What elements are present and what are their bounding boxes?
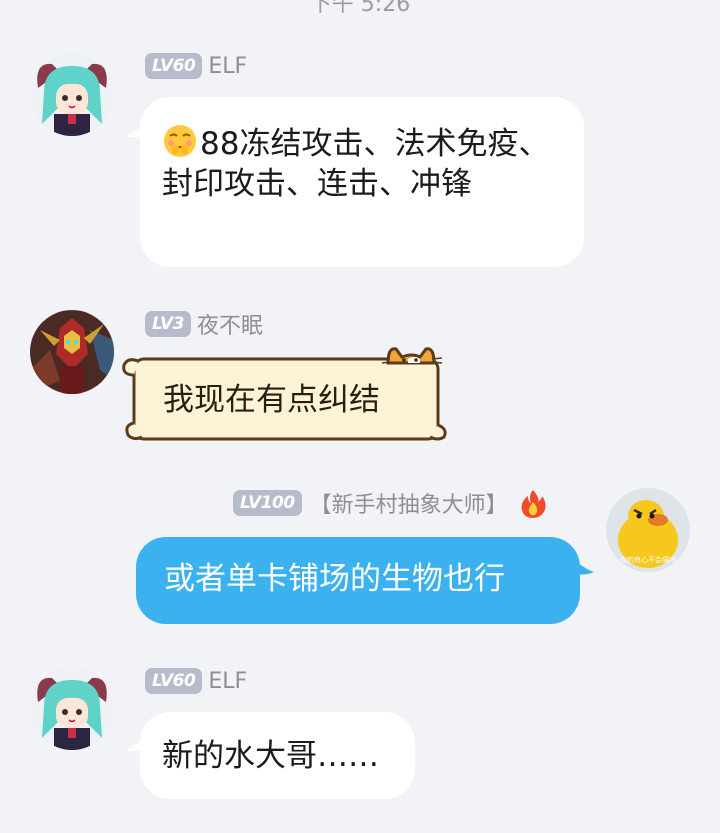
message-bubble[interactable]: 或者单卡铺场的生物也行 [136,537,580,624]
message-meta: LV60 ELF [145,51,247,81]
message-text: 或者单卡铺场的生物也行 [164,561,505,597]
message-meta: LV3 夜不眠 [145,309,263,339]
robot-mecha-avatar-icon [30,310,114,394]
level-badge: LV3 [145,311,191,337]
timestamp: 下午 5:26 [309,0,411,17]
nickname[interactable]: ELF [208,54,247,79]
avatar[interactable] [30,52,114,136]
anime-girl-avatar-icon [30,666,114,750]
message-meta: LV60 ELF [145,666,247,696]
nickname[interactable]: ELF [208,669,247,694]
message-text: 新的水大哥…… [162,738,379,774]
avatar[interactable]: 你的良心不会痛吗 [606,488,690,572]
message-bubble[interactable]: 88冻结攻击、法术免疫、封印攻击、连击、冲锋 [140,97,584,267]
avatar[interactable] [30,310,114,394]
anime-girl-avatar-icon [30,52,114,136]
level-badge: LV100 [233,490,302,516]
message-text: 88冻结攻击、法术免疫、封印攻击、连击、冲锋 [162,126,550,202]
message-text: 我现在有点纠结 [163,382,380,418]
message-bubble[interactable]: 新的水大哥…… [140,712,415,799]
avatar-caption: 你的良心不会痛吗 [620,555,676,564]
fire-icon [521,490,546,518]
nickname[interactable]: 夜不眠 [197,308,263,340]
shy-face-emoji-icon [164,125,196,157]
avatar[interactable] [30,666,114,750]
yellow-duck-avatar-icon: 你的良心不会痛吗 [606,488,690,572]
level-badge: LV60 [145,53,203,79]
message-bubble[interactable]: 我现在有点纠结 [134,359,438,439]
message-meta: LV100 【新手村抽象大师】 [233,488,548,518]
level-badge: LV60 [145,668,203,694]
nickname[interactable]: 【新手村抽象大师】 [310,487,508,519]
